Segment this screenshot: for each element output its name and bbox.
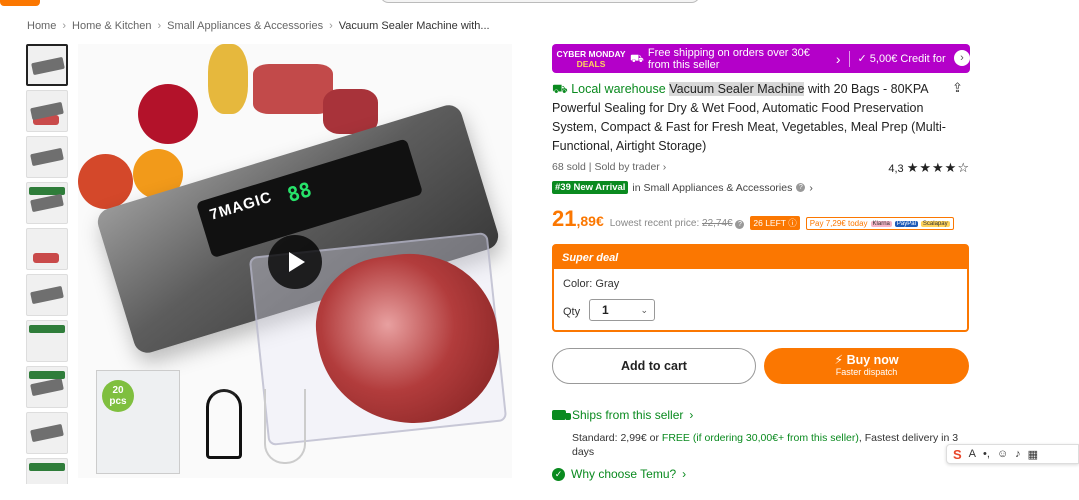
thumbnail[interactable] xyxy=(26,366,68,408)
ships-from-seller[interactable]: Ships from this seller › xyxy=(552,408,693,422)
thumbnail[interactable] xyxy=(26,182,68,224)
shield-check-icon: ✓ xyxy=(552,467,565,481)
klarna-logo: Klarna xyxy=(870,220,892,227)
thumbnail[interactable] xyxy=(26,136,68,178)
rank-category: in Small Appliances & Accessories xyxy=(632,181,793,194)
sold-count: 68 sold xyxy=(552,161,586,173)
meat-top xyxy=(253,64,333,114)
breadcrumb-home[interactable]: Home xyxy=(27,20,56,32)
breadcrumb-separator: › xyxy=(62,20,67,32)
thumbnail-list xyxy=(26,44,70,484)
breadcrumb-home-kitchen[interactable]: Home & Kitchen xyxy=(72,20,151,32)
top-bar xyxy=(0,0,1079,6)
why-choose-temu[interactable]: ✓ Why choose Temu? › xyxy=(552,467,686,481)
meat-top-2 xyxy=(323,89,378,134)
color-label: Color: Gray xyxy=(563,278,620,290)
microphone-icon[interactable]: ♪ xyxy=(1015,448,1021,460)
rating[interactable]: 4,3 ★★★★☆ xyxy=(888,160,970,176)
buy-now-button[interactable]: ⚡ Buy now Faster dispatch xyxy=(764,348,969,384)
bags-count-badge: 20 pcs xyxy=(102,380,134,412)
check-icon: ✓ xyxy=(857,53,867,65)
info-icon: ? xyxy=(735,220,745,229)
logo-tab[interactable] xyxy=(0,0,40,6)
sold-row: 68 sold | Sold by trader › 4,3 ★★★★☆ xyxy=(552,160,970,176)
thumbnail[interactable] xyxy=(26,90,68,132)
truck-icon: ⛟ xyxy=(630,52,644,65)
keyboard-icon[interactable]: ▦ xyxy=(1028,448,1038,461)
rank-badge: #39 New Arrival xyxy=(552,181,629,194)
super-deal-header: Super deal xyxy=(554,246,967,269)
share-icon[interactable]: ⇪ xyxy=(952,80,968,96)
breadcrumb-separator: › xyxy=(157,20,162,32)
thumbnail[interactable] xyxy=(26,458,68,484)
price-decimal: ,89€ xyxy=(576,213,604,229)
credit-promo[interactable]: 5,00€ Credit for xyxy=(870,53,946,65)
promo-next-button[interactable]: › xyxy=(954,50,970,66)
star-rating-icon: ★★★★☆ xyxy=(906,160,970,175)
play-icon xyxy=(289,252,305,272)
thumbnail[interactable] xyxy=(26,44,68,86)
lowest-price: Lowest recent price: 22,74€ ? xyxy=(610,218,745,229)
breadcrumb-small-appliances[interactable]: Small Appliances & Accessories xyxy=(167,20,323,32)
free-shipping-promo[interactable]: ⛟ Free shipping on orders over 30€ from … xyxy=(630,47,818,71)
cyber-monday-badge: CYBER MONDAY DEALS xyxy=(556,48,626,69)
chevron-right-icon: › xyxy=(809,181,813,194)
floating-toolbar: S A •, ☺ ♪ ▦ xyxy=(946,444,1079,464)
local-warehouse-label: ⛟ Local warehouse xyxy=(552,82,666,96)
chevron-right-icon: › xyxy=(682,467,687,481)
chevron-right-icon: › xyxy=(662,161,667,173)
promo-banner[interactable]: CYBER MONDAY DEALS ⛟ Free shipping on or… xyxy=(552,44,970,73)
thumbnail[interactable] xyxy=(26,320,68,362)
breadcrumb-separator: › xyxy=(329,20,333,32)
stock-left-badge: 26 LEFT ⓘ xyxy=(750,216,800,230)
product-title: ⛟ Local warehouse Vacuum Sealer Machine … xyxy=(552,80,952,156)
thumbnail[interactable] xyxy=(26,228,68,270)
shipping-detail: Standard: 2,99€ or FREE (if ordering 30,… xyxy=(572,432,959,458)
seller-link[interactable]: Sold by trader xyxy=(594,161,659,173)
title-highlight: Vacuum Sealer Machine xyxy=(669,82,805,96)
play-video-button[interactable] xyxy=(268,235,322,289)
breadcrumb-current: Vacuum Sealer Machine with... xyxy=(338,20,490,32)
scalapay-logo: Scalapay xyxy=(920,220,950,227)
lightning-icon: ⚡ xyxy=(834,353,844,367)
s-logo-icon[interactable]: S xyxy=(953,447,962,462)
truck-icon xyxy=(552,410,571,420)
device-brand: 7MAGIC xyxy=(207,188,275,224)
price-integer: 21 xyxy=(552,206,577,231)
quantity-select[interactable]: 1 ⌄ xyxy=(589,299,655,321)
promo-divider xyxy=(848,50,850,67)
chevron-down-icon: ⌄ xyxy=(640,304,648,315)
font-icon[interactable]: A xyxy=(969,448,976,460)
punctuation-icon[interactable]: •, xyxy=(983,448,990,460)
info-icon: ? xyxy=(796,183,806,192)
chevron-right-icon: › xyxy=(835,50,841,67)
power-cable xyxy=(206,389,242,459)
add-to-cart-button[interactable]: Add to cart xyxy=(552,348,756,384)
super-deal-box: Super deal Color: Gray Qty 1 ⌄ xyxy=(552,244,969,332)
qty-label: Qty xyxy=(563,306,581,318)
led-display: 88 xyxy=(284,177,315,208)
price-row: 21 ,89€ Lowest recent price: 22,74€ ? 26… xyxy=(552,206,954,232)
chevron-right-icon: › xyxy=(689,408,694,422)
thumbnail[interactable] xyxy=(26,412,68,454)
grapes-fruit xyxy=(138,84,198,144)
thumbnail[interactable] xyxy=(26,274,68,316)
search-bar-edge[interactable] xyxy=(380,0,700,3)
pineapple-fruit xyxy=(208,44,248,114)
rank-row[interactable]: #39 New Arrival in Small Appliances & Ac… xyxy=(552,181,813,194)
pay-later-badge[interactable]: Pay 7,29€ today Klarna PayPal Scalapay xyxy=(805,217,954,230)
breadcrumb: Home › Home & Kitchen › Small Appliances… xyxy=(27,20,490,32)
main-product-image[interactable]: 7MAGIC 88 20 pcs xyxy=(78,44,512,478)
paypal-logo: PayPal xyxy=(894,220,918,227)
emoji-icon[interactable]: ☺ xyxy=(997,448,1008,460)
mango-fruit xyxy=(78,154,133,209)
air-hose xyxy=(264,389,306,464)
